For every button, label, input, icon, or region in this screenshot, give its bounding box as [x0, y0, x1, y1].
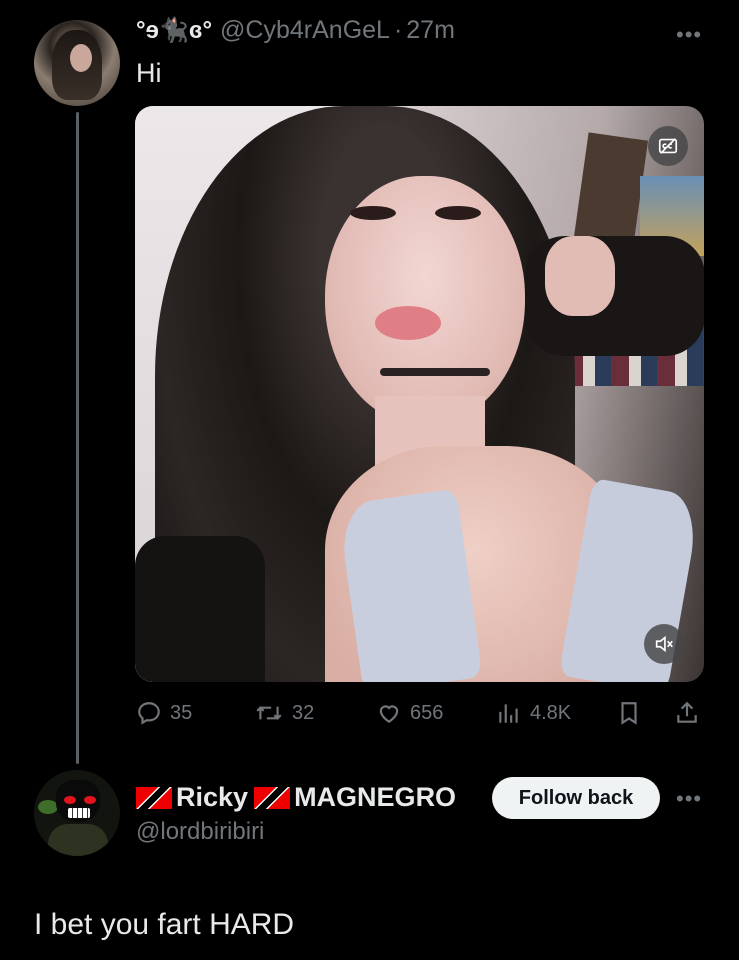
tweet-header: °ɘ🐈‍⬛ɞ° @Cyb4rAnGeL · 27m: [136, 16, 455, 45]
reply-button[interactable]: 35: [136, 700, 192, 726]
display-name[interactable]: Ricky MAGNEGRO: [136, 782, 456, 813]
tweet-actions: 35 32 656 4.8K: [136, 700, 704, 730]
more-icon[interactable]: •••: [676, 22, 702, 48]
volume-muted-icon[interactable]: [644, 624, 684, 664]
timestamp[interactable]: 27m: [406, 16, 455, 45]
thread-connector-line: [76, 112, 79, 764]
avatar[interactable]: [34, 770, 120, 856]
flag-icon: [136, 786, 172, 809]
bookmark-button[interactable]: [616, 700, 650, 726]
flag-icon: [254, 786, 291, 809]
like-count: 656: [410, 701, 444, 724]
share-icon: [677, 701, 697, 723]
repost-icon: [256, 706, 282, 720]
more-icon[interactable]: •••: [676, 786, 702, 812]
views-icon: [499, 704, 518, 723]
user-handle[interactable]: @lordbiribiri: [136, 818, 264, 846]
bookmark-icon: [621, 702, 637, 725]
reply-text: I bet you fart HARD: [34, 908, 295, 941]
heart-icon: [379, 705, 399, 723]
reply-icon: [138, 702, 160, 725]
tweet-video[interactable]: [135, 106, 704, 682]
share-button[interactable]: [674, 700, 708, 726]
display-name-part1: Ricky: [176, 782, 249, 812]
display-name[interactable]: °ɘ🐈‍⬛ɞ°: [136, 16, 212, 45]
like-button[interactable]: 656: [376, 700, 443, 726]
views-button[interactable]: 4.8K: [496, 700, 571, 726]
follow-back-button[interactable]: Follow back: [492, 777, 660, 819]
display-name-part2: MAGNEGRO: [294, 782, 457, 812]
view-count: 4.8K: [530, 701, 572, 724]
repost-button[interactable]: 32: [254, 700, 314, 726]
user-handle[interactable]: @Cyb4rAnGeL: [220, 16, 390, 45]
repost-count: 32: [292, 701, 315, 724]
avatar[interactable]: [34, 20, 120, 106]
separator-dot: ·: [393, 16, 403, 44]
captions-off-icon[interactable]: [648, 126, 688, 166]
reply-count: 35: [170, 701, 193, 724]
tweet-text: Hi: [136, 58, 162, 88]
